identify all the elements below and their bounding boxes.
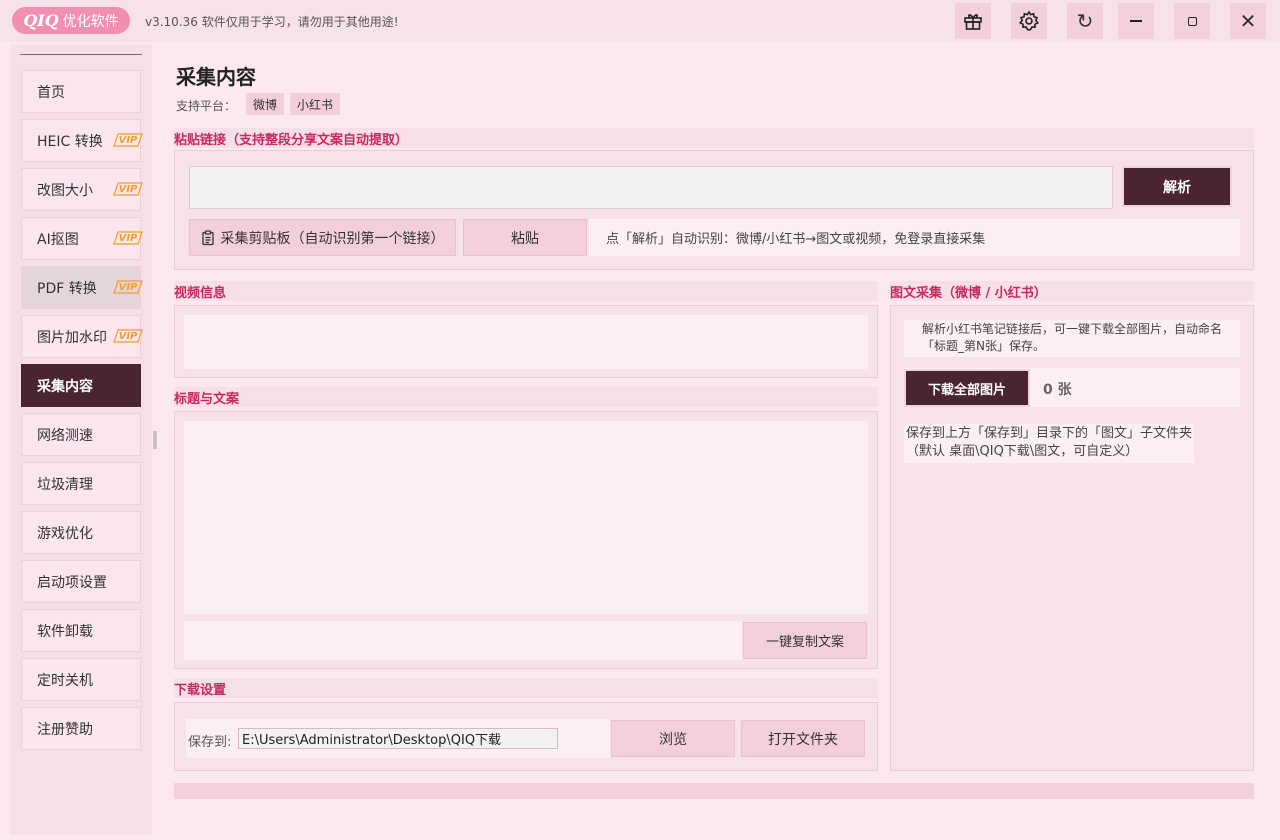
clipboard-capture-button[interactable]: 采集剪贴板（自动识别第一个链接） <box>189 219 456 256</box>
caption-status-area <box>184 621 742 660</box>
open-folder-button[interactable]: 打开文件夹 <box>741 720 865 757</box>
browse-button[interactable]: 浏览 <box>611 720 735 757</box>
gear-icon <box>1018 10 1040 31</box>
page-title: 采集内容 <box>176 65 256 89</box>
sidebar-item-label: HEIC 转换 <box>37 133 103 150</box>
sidebar-item-label: AI抠图 <box>37 231 79 248</box>
vip-badge-label: VIP <box>118 281 138 293</box>
sidebar-item[interactable]: AI抠图 VIP <box>21 217 143 260</box>
close-button[interactable]: ✕ <box>1230 3 1266 39</box>
save-path-label: 保存到: <box>188 735 232 750</box>
sidebar-item-label: 定时关机 <box>37 672 93 689</box>
maximize-button[interactable] <box>1174 3 1210 39</box>
sidebar-item-label: 启动项设置 <box>37 574 107 591</box>
sidebar-item[interactable]: 改图大小 VIP <box>21 168 143 211</box>
platform-tag-xiaohongshu: 小红书 <box>290 93 340 115</box>
paste-button[interactable]: 粘贴 <box>463 219 587 256</box>
sidebar-item[interactable]: HEIC 转换 VIP <box>21 119 143 162</box>
download-section-heading: 下载设置 <box>174 678 878 698</box>
sidebar-item-label: 图片加水印 <box>37 329 107 346</box>
refresh-button[interactable]: ↻ <box>1067 3 1103 39</box>
sidebar-item-label: 采集内容 <box>37 378 93 395</box>
sidebar-item[interactable]: 首页 <box>21 70 141 113</box>
platform-tag-weibo: 微博 <box>246 93 284 115</box>
image-section-heading: 图文采集（微博 / 小红书） <box>890 281 1254 301</box>
minimize-button[interactable] <box>1118 3 1154 39</box>
video-section-heading: 视频信息 <box>174 281 878 301</box>
sidebar-item[interactable]: 网络测速 <box>21 413 141 456</box>
sidebar-item[interactable]: 启动项设置 <box>21 560 141 603</box>
copy-caption-button[interactable]: 一键复制文案 <box>743 622 867 659</box>
maximize-icon <box>1187 16 1197 26</box>
sidebar-item[interactable]: 定时关机 <box>21 658 141 701</box>
parse-hint: 点「解析」自动识别：微博/小红书→图文或视频，免登录直接采集 <box>589 219 1240 256</box>
paste-section-heading: 粘贴链接（支持整段分享文案自动提取） <box>174 128 1254 148</box>
download-all-images-button[interactable]: 下载全部图片 <box>904 369 1030 407</box>
app-logo: QIQ 优化软件 <box>12 7 130 34</box>
image-save-note: 保存到上方「保存到」目录下的「图文」子文件夹（默认 桌面\QIQ下载\图文，可自… <box>904 424 1194 463</box>
image-capture-note: 解析小红书笔记链接后，可一键下载全部图片，自动命名「标题_第N张」保存。 <box>904 320 1240 357</box>
sidebar-item-label: PDF 转换 <box>37 280 97 297</box>
parse-button[interactable]: 解析 <box>1122 166 1232 207</box>
sidebar-item[interactable]: 图片加水印 VIP <box>21 315 143 358</box>
save-path-input[interactable]: E:\Users\Administrator\Desktop\QIQ下载 <box>238 728 558 749</box>
sidebar-item[interactable]: 游戏优化 <box>21 511 141 554</box>
sidebar-resize-handle[interactable] <box>153 431 157 449</box>
image-count: 0 张 <box>1043 382 1072 398</box>
logo-text: 优化软件 <box>62 13 119 30</box>
vip-badge-icon: VIP <box>113 231 143 245</box>
text-section-heading: 标题与文案 <box>174 387 878 407</box>
sidebar-item-label: 改图大小 <box>37 182 93 199</box>
version-text: v3.10.36 软件仅用于学习，请勿用于其他用途! <box>145 15 399 29</box>
close-icon: ✕ <box>1239 9 1257 33</box>
vip-badge-icon: VIP <box>113 329 143 343</box>
status-bar <box>174 783 1254 799</box>
gift-icon <box>964 14 982 30</box>
caption-textarea[interactable] <box>184 421 868 614</box>
refresh-icon: ↻ <box>1076 9 1094 33</box>
minimize-icon <box>1130 20 1142 22</box>
vip-badge-label: VIP <box>118 330 138 342</box>
video-info-area <box>184 315 868 369</box>
settings-button[interactable] <box>1011 3 1047 39</box>
logo-mark: QIQ <box>23 11 59 30</box>
url-input[interactable] <box>189 166 1113 209</box>
clipboard-capture-label: 采集剪贴板（自动识别第一个链接） <box>220 230 445 247</box>
sidebar-item[interactable]: 垃圾清理 <box>21 462 141 505</box>
vip-badge-label: VIP <box>118 232 138 244</box>
vip-badge-label: VIP <box>118 134 138 146</box>
sidebar-item-label: 注册赞助 <box>37 721 93 738</box>
platforms-label: 支持平台： <box>176 99 237 113</box>
vip-badge-icon: VIP <box>113 133 143 147</box>
sidebar-item-label: 垃圾清理 <box>37 476 93 493</box>
vip-badge-label: VIP <box>118 183 138 195</box>
sidebar-item[interactable]: 注册赞助 <box>21 707 141 750</box>
gift-button[interactable] <box>955 3 991 39</box>
sidebar-divider <box>20 54 142 55</box>
sidebar-item-label: 网络测速 <box>37 427 93 444</box>
sidebar-item-label: 游戏优化 <box>37 525 93 542</box>
sidebar-item[interactable]: 软件卸载 <box>21 609 141 652</box>
sidebar-item-label: 首页 <box>37 84 65 101</box>
sidebar-item[interactable]: PDF 转换 VIP <box>21 266 143 309</box>
vip-badge-icon: VIP <box>113 182 143 196</box>
vip-badge-icon: VIP <box>113 280 143 294</box>
sidebar-item[interactable]: 采集内容 <box>21 364 141 407</box>
clipboard-icon <box>201 229 214 245</box>
title-bar: QIQ 优化软件 v3.10.36 软件仅用于学习，请勿用于其他用途! ↻ ✕ <box>0 0 1280 42</box>
sidebar-item-label: 软件卸载 <box>37 623 93 640</box>
